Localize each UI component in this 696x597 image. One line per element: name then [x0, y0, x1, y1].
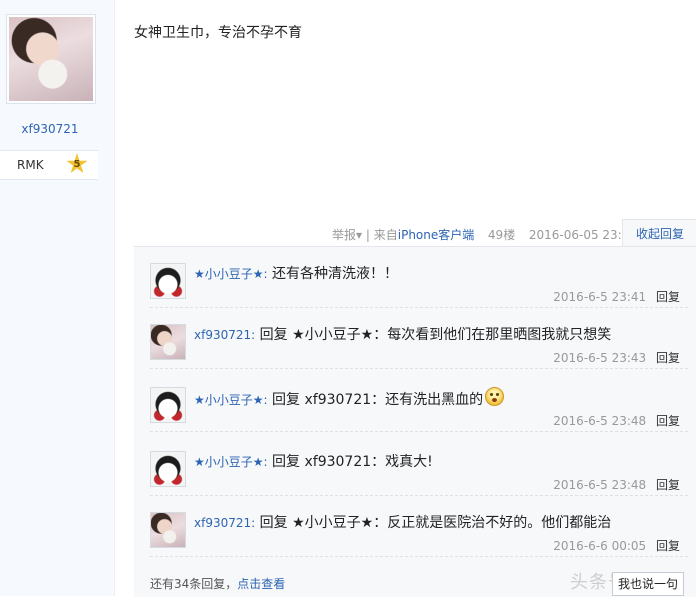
- reply-text: ：戏真大!: [371, 454, 433, 470]
- reply-prefix: 回复: [259, 515, 288, 531]
- view-more-link[interactable]: 点击查看: [237, 577, 285, 591]
- meta-separator: |: [365, 228, 370, 242]
- post-meta: 举报▾ | 来自iPhone客户端 49楼 2016-06-05 23:15: [332, 226, 637, 243]
- reply-target[interactable]: ★小小豆子★: [292, 515, 373, 531]
- reply-list: ★小小豆子★: 还有各种清洗液！！ 2016-6-5 23:41 回复 xf93…: [134, 246, 696, 597]
- author-username[interactable]: xf930721: [0, 122, 100, 136]
- reply-target[interactable]: xf930721: [304, 392, 371, 408]
- reply-time: 2016-6-6 00:05: [553, 539, 647, 553]
- penguin-avatar[interactable]: [150, 263, 186, 299]
- reply-time: 2016-6-5 23:43: [553, 351, 647, 365]
- reply-text: ：每次看到他们在那里晒图我就只想笑: [373, 327, 612, 343]
- girl-avatar[interactable]: [150, 324, 186, 360]
- reply-button[interactable]: 回复: [656, 539, 680, 553]
- reply-time: 2016-6-5 23:48: [553, 478, 647, 492]
- rank-label: RMK: [17, 158, 44, 172]
- reply-time: 2016-6-5 23:48: [553, 414, 647, 428]
- report-button[interactable]: 举报▾: [332, 228, 362, 242]
- more-replies: 还有34条回复，点击查看: [150, 575, 285, 592]
- reply-user[interactable]: ★小小豆子★: [194, 267, 264, 281]
- source-link[interactable]: iPhone客户端: [398, 228, 475, 242]
- post-time: 2016-06-05 23:15: [528, 228, 637, 242]
- reply-item: xf930721: 回复 ★小小豆子★：每次看到他们在那里晒图我就只想笑 201…: [150, 308, 688, 369]
- reply-button[interactable]: 回复: [656, 414, 680, 428]
- girl-avatar[interactable]: [150, 512, 186, 548]
- say-something-button[interactable]: 我也说一句: [612, 572, 684, 596]
- author-avatar[interactable]: [6, 14, 96, 104]
- reply-target[interactable]: ★小小豆子★: [292, 327, 373, 343]
- reply-item: ★小小豆子★: 回复 xf930721：戏真大! 2016-6-5 23:48 …: [150, 435, 688, 496]
- reply-target[interactable]: xf930721: [304, 454, 371, 470]
- author-avatar-image: [9, 17, 93, 101]
- reply-prefix: 回复: [272, 392, 301, 408]
- reply-text: ：反正就是医院治不好的。他们都能治: [373, 515, 612, 531]
- author-rank: RMK 5: [0, 150, 98, 180]
- reply-text: 还有各种清洗液！！: [272, 266, 399, 282]
- reply-user[interactable]: xf930721: [194, 516, 251, 530]
- reply-time: 2016-6-5 23:41: [553, 290, 647, 304]
- scared-face-emoji-icon: [485, 387, 505, 406]
- rank-star-icon: 5: [66, 153, 88, 174]
- reply-button[interactable]: 回复: [656, 351, 680, 365]
- reply-user[interactable]: xf930721: [194, 328, 251, 342]
- reply-prefix: 回复: [272, 454, 301, 470]
- post-content: 女神卫生巾，专治不孕不育: [134, 25, 302, 41]
- collapse-replies-button[interactable]: 收起回复: [622, 219, 696, 248]
- reply-item: ★小小豆子★: 还有各种清洗液！！ 2016-6-5 23:41 回复: [150, 247, 688, 308]
- reply-button[interactable]: 回复: [656, 290, 680, 304]
- reply-item: ★小小豆子★: 回复 xf930721：还有洗出黑血的 2016-6-5 23:…: [150, 371, 688, 432]
- penguin-avatar[interactable]: [150, 451, 186, 487]
- penguin-avatar[interactable]: [150, 387, 186, 423]
- reply-text: ：还有洗出黑血的: [371, 392, 484, 408]
- author-sidebar: xf930721 RMK 5: [0, 0, 115, 596]
- floor-number: 49楼: [487, 228, 516, 242]
- reply-prefix: 回复: [259, 327, 288, 343]
- reply-user[interactable]: ★小小豆子★: [194, 393, 264, 407]
- reply-button[interactable]: 回复: [656, 478, 680, 492]
- more-replies-count: 还有34条回复，: [150, 577, 238, 591]
- reply-user[interactable]: ★小小豆子★: [194, 455, 264, 469]
- reply-item: xf930721: 回复 ★小小豆子★：反正就是医院治不好的。他们都能治 201…: [150, 496, 688, 557]
- source-prefix: 来自: [373, 228, 398, 242]
